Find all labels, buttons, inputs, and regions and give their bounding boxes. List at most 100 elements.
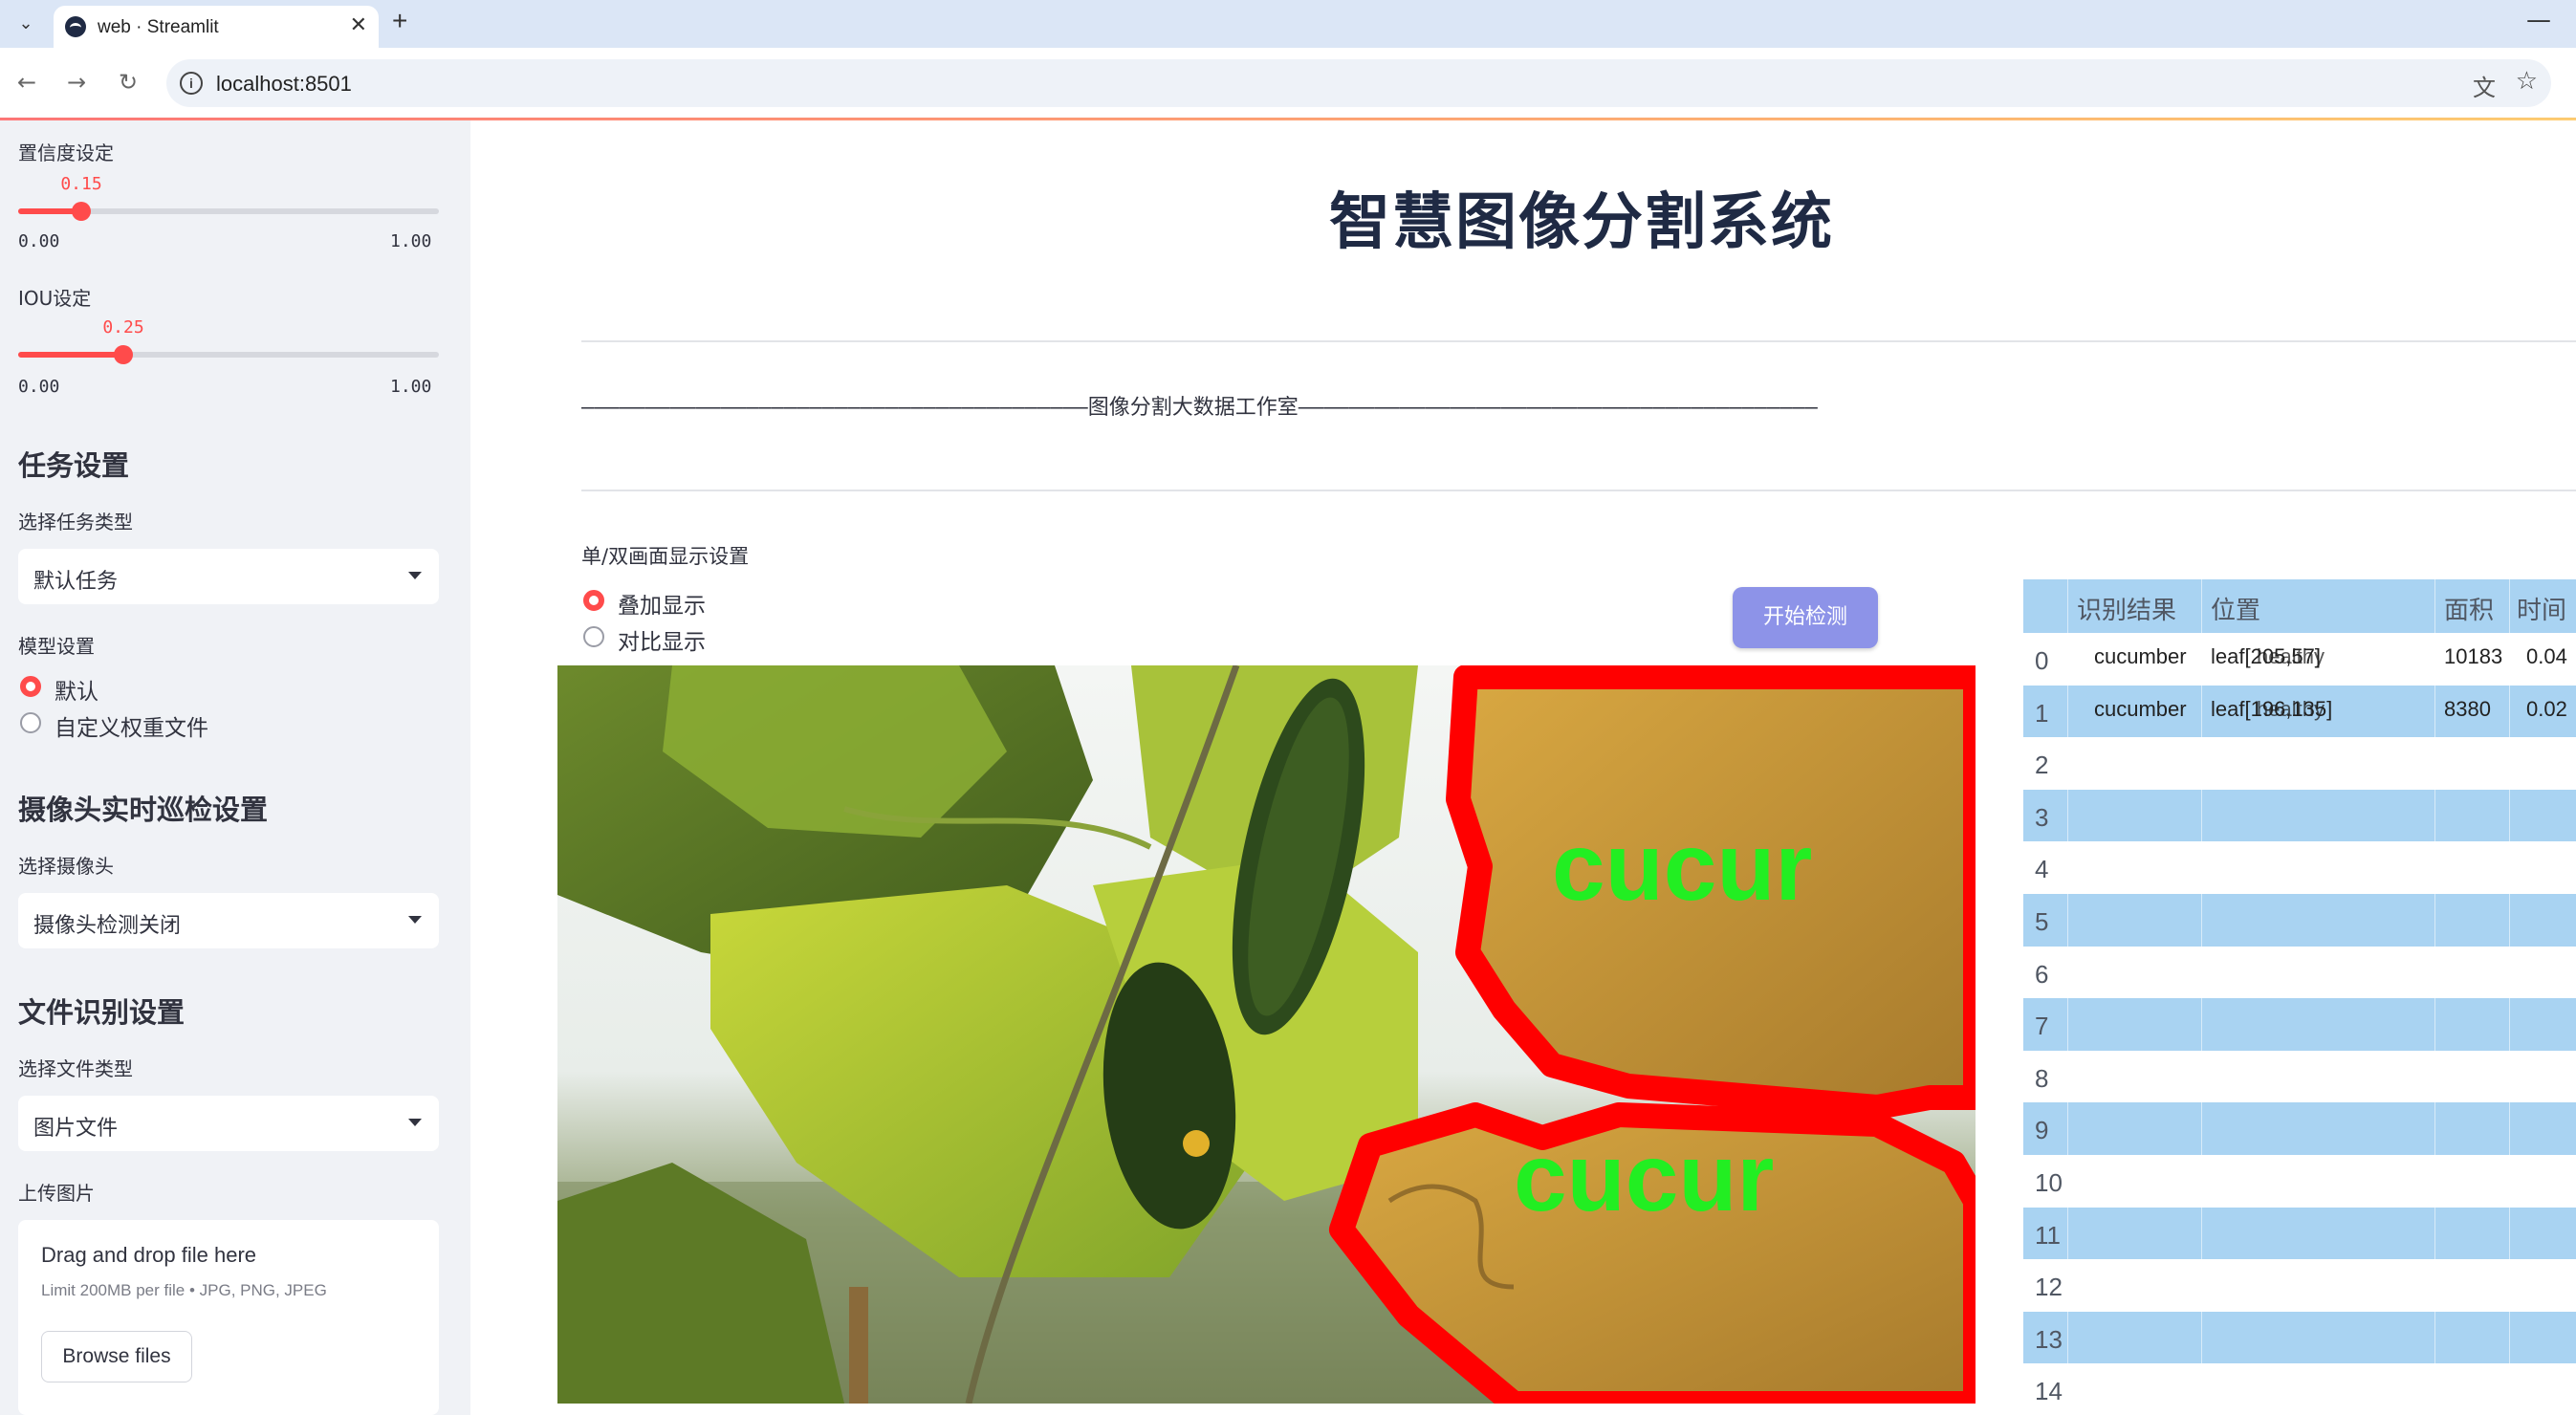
confidence-label: 置信度设定 (18, 142, 114, 164)
browser-toolbar: ← → ↻ i localhost:8501 文 ☆ (0, 48, 2576, 119)
table-row[interactable]: 0 cucumber leaf[205,57] healthy 10183 0.04 (2023, 633, 2576, 686)
camera-section-heading: 摄像头实时巡检设置 (18, 794, 269, 826)
row-index: 12 (2035, 1273, 2063, 1302)
column-header-position[interactable]: 位置 (2211, 591, 2260, 626)
file-type-label: 选择文件类型 (18, 1057, 133, 1080)
file-type-select[interactable]: 图片文件 (18, 1096, 439, 1151)
display-mode-label: 单/双画面显示设置 (581, 545, 750, 568)
reload-icon[interactable]: ↻ (111, 65, 145, 99)
column-divider (2201, 579, 2202, 1415)
iou-value: 0.25 (102, 317, 144, 337)
table-row[interactable]: 11 (2023, 1207, 2576, 1260)
task-type-label: 选择任务类型 (18, 511, 133, 533)
chevron-down-icon (408, 572, 422, 579)
browse-files-button[interactable]: Browse files (41, 1331, 192, 1382)
column-divider (2067, 579, 2068, 1415)
confidence-slider-thumb[interactable] (72, 202, 91, 221)
row-index: 1 (2035, 698, 2049, 728)
translate-icon[interactable]: 文 (2473, 69, 2496, 102)
mask-label-1: cucur (1514, 1124, 1774, 1231)
minimize-window-icon[interactable]: — (2526, 6, 2551, 34)
table-row[interactable]: 14 (2023, 1363, 2576, 1415)
model-option-label: 默认 (55, 680, 98, 705)
table-row[interactable]: 5 (2023, 894, 2576, 947)
table-row[interactable]: 3 (2023, 789, 2576, 842)
iou-label: IOU设定 (18, 287, 92, 310)
browser-tab[interactable]: web · Streamlit ✕ (54, 6, 379, 48)
new-tab-icon[interactable]: + (392, 6, 407, 36)
dropzone-title: Drag and drop file here (41, 1243, 257, 1267)
row-index: 6 (2035, 959, 2049, 989)
confidence-max: 1.00 (390, 231, 432, 251)
tab-title: web · Streamlit (98, 17, 219, 37)
browser-tab-bar: ⌄ web · Streamlit ✕ + — (0, 0, 2576, 48)
radio-unselected-icon[interactable] (583, 626, 604, 647)
table-row[interactable]: 13 (2023, 1311, 2576, 1364)
column-header-area[interactable]: 面积 (2444, 591, 2494, 626)
task-type-value: 默认任务 (33, 570, 119, 594)
cell-position-overlap: healthy (2257, 696, 2325, 721)
row-index: 4 (2035, 855, 2049, 884)
camera-select[interactable]: 摄像头检测关闭 (18, 893, 439, 948)
back-arrow-icon[interactable]: ← (10, 65, 44, 99)
cell-result: cucumber (2094, 696, 2187, 721)
camera-value: 摄像头检测关闭 (33, 914, 182, 938)
cucumber-plant-photo: cucur cucur (557, 665, 1976, 1404)
column-divider (2434, 579, 2435, 1415)
task-type-select[interactable]: 默认任务 (18, 549, 439, 604)
table-row[interactable]: 1 cucumber leaf[196,135] healthy 8380 0.02 (2023, 685, 2576, 738)
row-index: 11 (2035, 1220, 2061, 1250)
row-index: 10 (2035, 1168, 2063, 1197)
table-row[interactable]: 10 (2023, 1155, 2576, 1208)
divider-bottom (581, 490, 2576, 491)
radio-unselected-icon[interactable] (20, 712, 41, 733)
file-dropzone[interactable]: Drag and drop file here Limit 200MB per … (18, 1220, 439, 1415)
iou-slider-fill (18, 352, 123, 358)
model-label: 模型设置 (18, 635, 95, 658)
table-row[interactable]: 4 (2023, 841, 2576, 895)
row-index: 0 (2035, 646, 2049, 675)
page-title: 智慧图像分割系统 (1329, 186, 1834, 258)
display-option-label: 叠加显示 (618, 594, 706, 619)
radio-selected-icon[interactable] (583, 590, 604, 611)
radio-selected-icon[interactable] (20, 676, 41, 697)
sidebar: 置信度设定 0.15 0.00 1.00 IOU设定 0.25 0.00 1.0… (0, 120, 470, 1415)
column-divider (2509, 579, 2510, 1415)
table-row[interactable]: 6 (2023, 946, 2576, 999)
site-info-icon[interactable]: i (180, 72, 203, 95)
bookmark-star-icon[interactable]: ☆ (2516, 67, 2538, 96)
table-row[interactable]: 2 (2023, 737, 2576, 791)
column-header-result[interactable]: 识别结果 (2077, 591, 2176, 626)
row-index: 2 (2035, 751, 2049, 780)
studio-banner: ————————————————————————————————————————… (581, 396, 1818, 420)
table-row[interactable]: 8 (2023, 1050, 2576, 1103)
cell-area: 8380 (2444, 696, 2491, 721)
tab-search-chevron-icon[interactable]: ⌄ (10, 8, 42, 40)
confidence-value: 0.15 (60, 174, 102, 194)
row-index: 3 (2035, 802, 2049, 832)
cell-area: 10183 (2444, 644, 2503, 668)
close-tab-icon[interactable]: ✕ (350, 13, 367, 37)
iou-slider-thumb[interactable] (114, 345, 133, 364)
address-bar[interactable]: i localhost:8501 文 ☆ (166, 59, 2551, 107)
divider-top (581, 340, 2576, 342)
iou-slider[interactable] (18, 345, 439, 364)
display-option-label: 对比显示 (618, 630, 706, 655)
row-index: 13 (2035, 1324, 2063, 1354)
upload-label: 上传图片 (18, 1182, 95, 1205)
main-content: 智慧图像分割系统 ———————————————————————————————… (470, 120, 2576, 1415)
column-header-time[interactable]: 时间 (2517, 591, 2566, 626)
confidence-slider[interactable] (18, 202, 439, 221)
results-table[interactable]: 识别结果 位置 面积 时间 0 cucumber leaf[205,57] healt… (2023, 579, 2576, 1415)
start-detection-button[interactable]: 开始检测 (1733, 587, 1878, 648)
iou-min: 0.00 (18, 377, 60, 397)
table-row[interactable]: 7 (2023, 998, 2576, 1052)
url-text[interactable]: localhost:8501 (216, 72, 352, 97)
table-row[interactable]: 12 (2023, 1259, 2576, 1313)
row-index: 9 (2035, 1116, 2049, 1145)
table-row[interactable]: 9 (2023, 1102, 2576, 1156)
forward-arrow-icon[interactable]: → (59, 65, 94, 99)
row-index: 14 (2035, 1377, 2063, 1406)
confidence-min: 0.00 (18, 231, 60, 251)
cell-result: cucumber (2094, 644, 2187, 668)
